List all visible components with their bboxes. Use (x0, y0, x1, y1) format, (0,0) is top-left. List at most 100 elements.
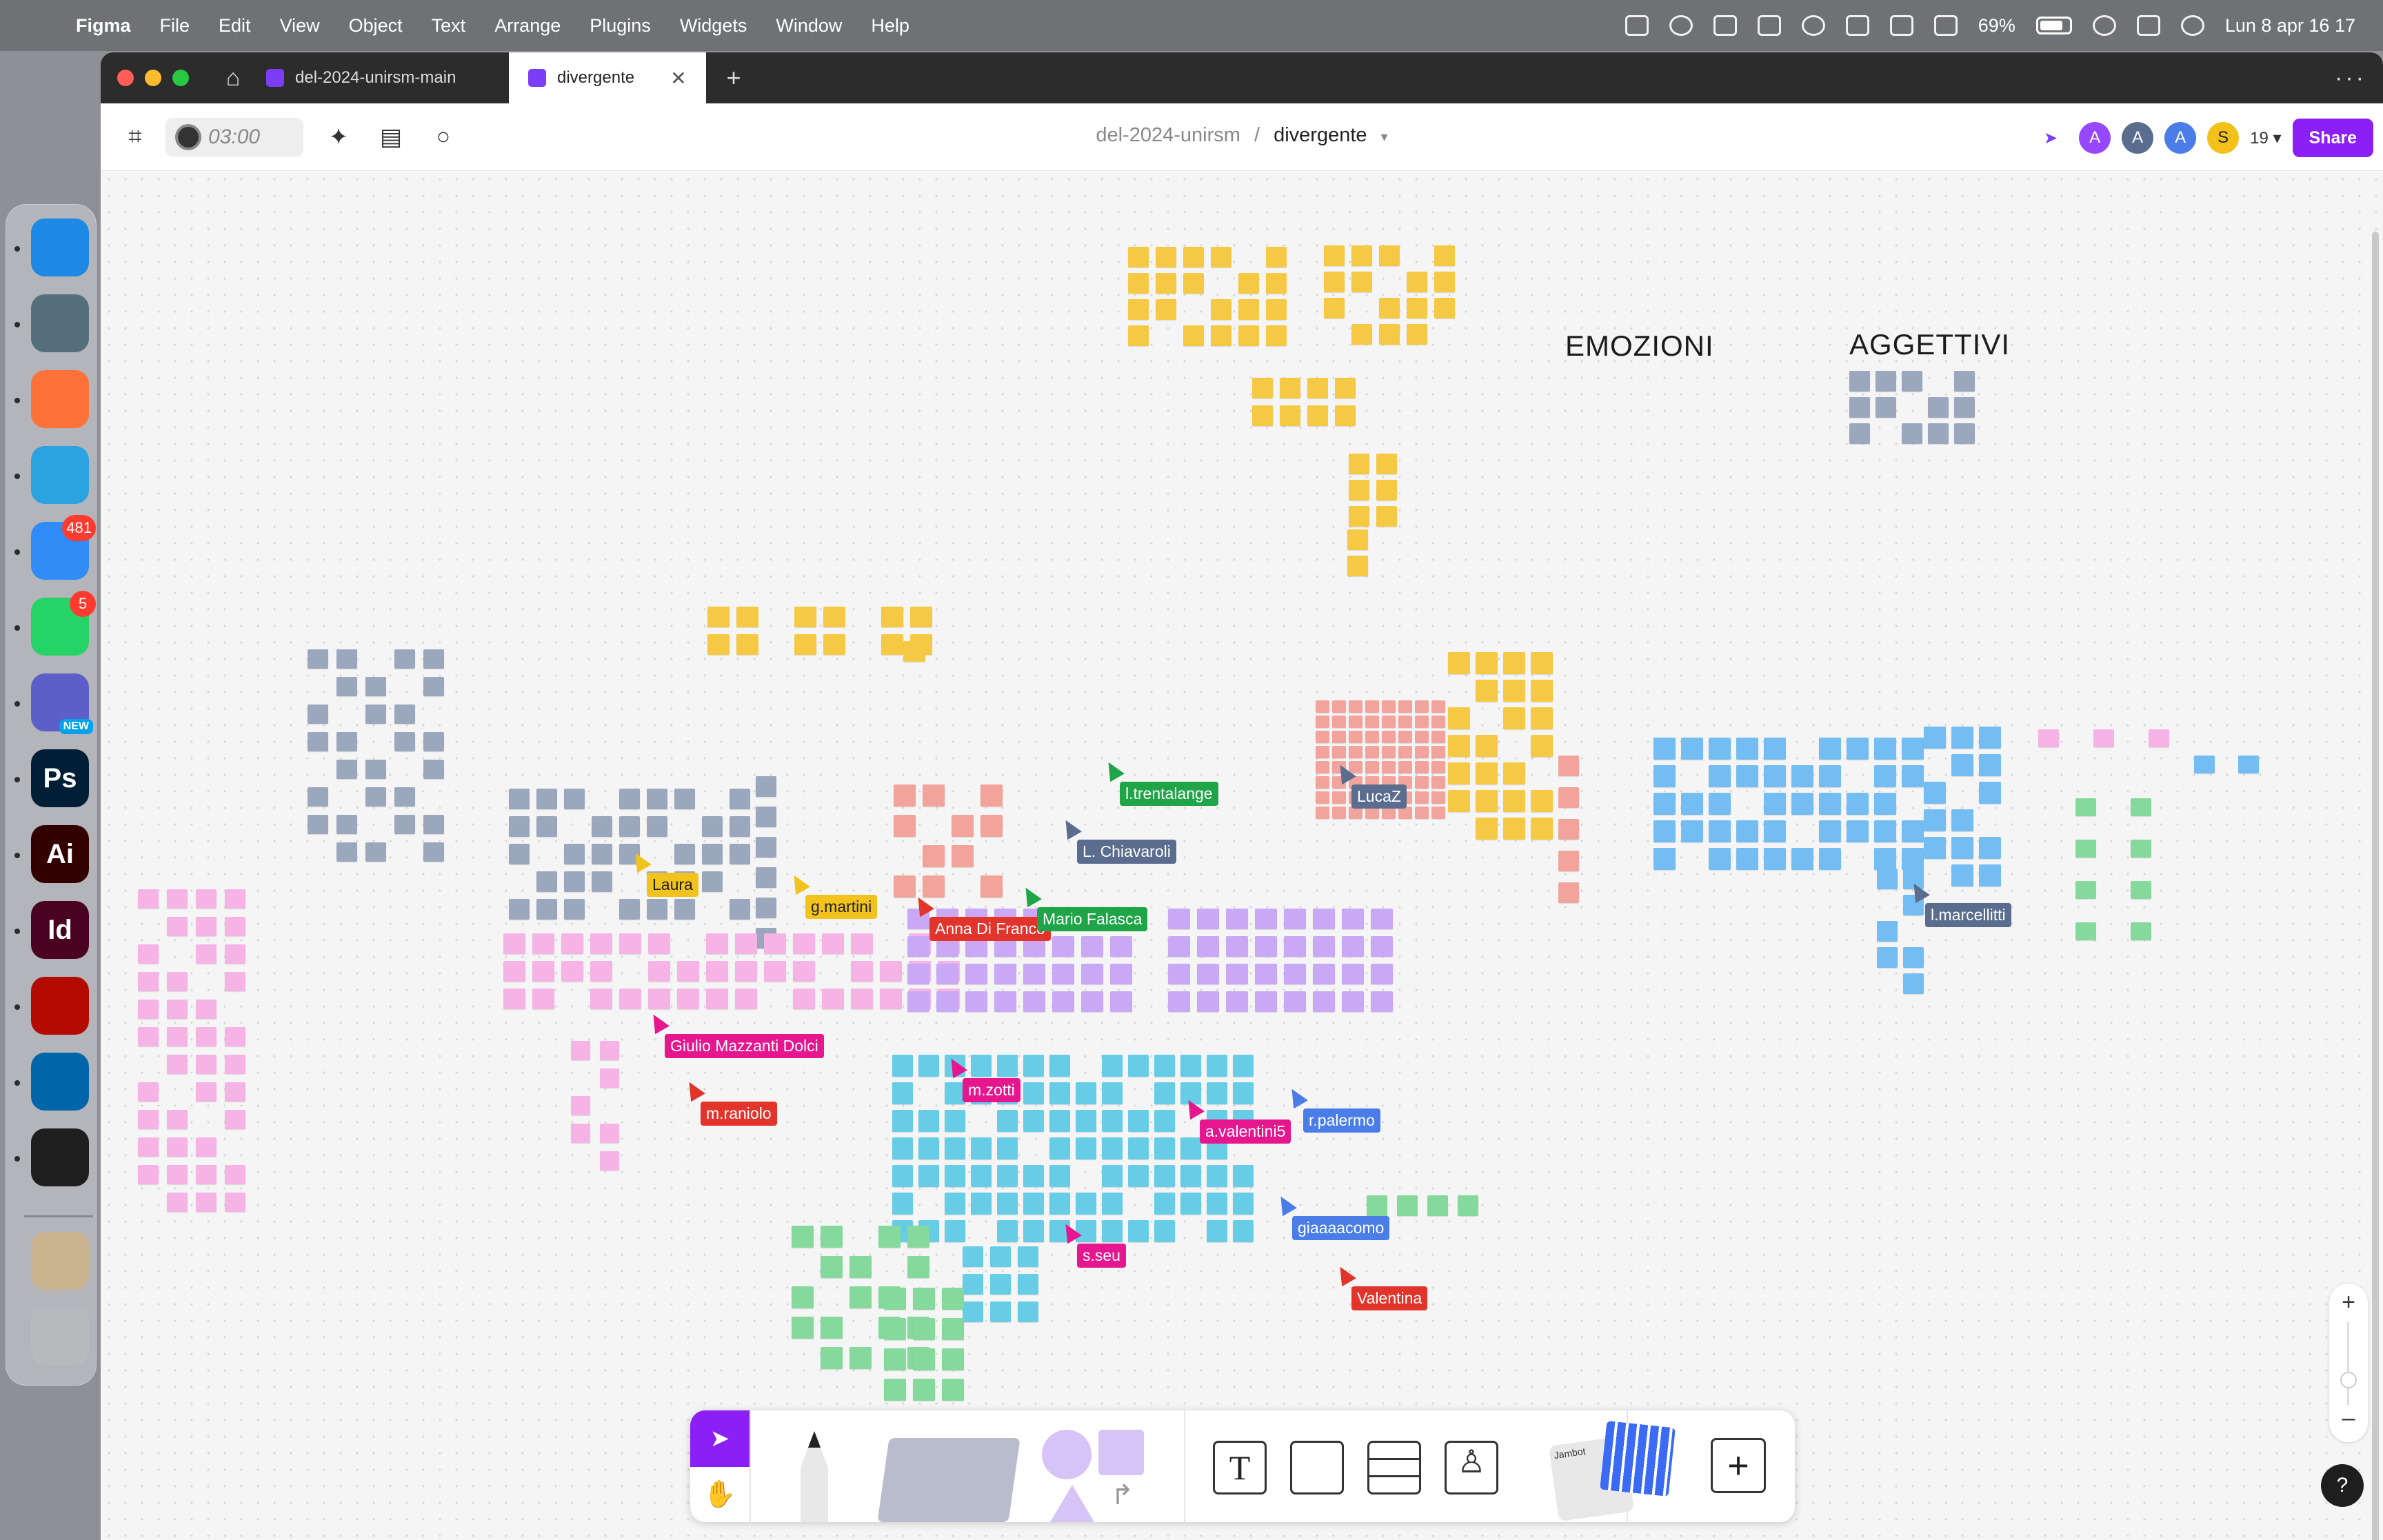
sticky-note[interactable] (971, 1193, 992, 1215)
sticky-note[interactable] (1398, 746, 1412, 758)
sticky-note[interactable] (365, 705, 386, 724)
dock-app-telegram[interactable] (31, 446, 89, 504)
avatar[interactable]: A (2164, 122, 2197, 154)
sticky-note[interactable] (619, 816, 640, 837)
telegram-status-icon[interactable] (1669, 15, 1693, 36)
sticky-note[interactable] (1819, 820, 1841, 842)
sticky-note[interactable] (878, 1226, 901, 1248)
sticky-note[interactable] (1349, 746, 1363, 758)
sticky-note[interactable] (1128, 1110, 1149, 1132)
sticky-note[interactable] (225, 944, 245, 964)
sticky-note[interactable] (1255, 909, 1277, 929)
menu-arrange[interactable]: Arrange (494, 15, 561, 37)
sticky-note[interactable] (849, 1347, 872, 1369)
sticky-note[interactable] (1382, 761, 1396, 773)
sticky-note[interactable] (1351, 272, 1372, 292)
bluetooth-icon[interactable] (1933, 15, 1958, 36)
sticky-note[interactable] (536, 871, 557, 892)
sticky-note[interactable] (1313, 964, 1335, 984)
sticky-note[interactable] (907, 936, 929, 957)
sticky-note[interactable] (1280, 405, 1300, 426)
sticky-note[interactable] (1431, 731, 1445, 743)
sticky-note[interactable] (1924, 727, 1946, 749)
connector-tool-icon[interactable]: ↱ (1111, 1479, 1134, 1511)
sticky-note[interactable] (1332, 791, 1346, 804)
sticky-note[interactable] (1211, 247, 1231, 267)
sticky-note[interactable] (849, 1256, 872, 1278)
more-options-icon[interactable]: ··· (2335, 65, 2366, 92)
sticky-note[interactable] (394, 732, 415, 751)
pen-tool-icon[interactable] (801, 1431, 828, 1522)
sticky-note[interactable] (225, 972, 245, 991)
sticky-note[interactable] (1877, 947, 1898, 968)
sticky-note[interactable] (336, 815, 357, 834)
sticky-note[interactable] (423, 677, 444, 696)
battery-icon[interactable] (2035, 17, 2072, 34)
sticky-note[interactable] (936, 991, 958, 1012)
sticky-note[interactable] (648, 961, 670, 982)
zoom-window-button[interactable] (172, 70, 189, 86)
sticky-note[interactable] (225, 1027, 245, 1046)
sticky-note[interactable] (167, 972, 188, 991)
sticky-note[interactable] (1332, 716, 1346, 728)
move-tool-icon[interactable]: ➤ (690, 1410, 750, 1467)
sticky-note[interactable] (1902, 371, 1922, 392)
sticky-note[interactable] (138, 1082, 159, 1102)
sticky-note[interactable] (1736, 820, 1758, 842)
sticky-note[interactable] (1207, 1082, 1227, 1104)
sticky-note[interactable] (1183, 247, 1204, 267)
sticky-note[interactable] (1415, 716, 1429, 728)
sticky-note[interactable] (702, 844, 723, 864)
sticky-note[interactable] (1476, 652, 1498, 674)
sticky-note[interactable] (1531, 680, 1553, 702)
sticky-note[interactable] (1280, 378, 1300, 398)
sticky-note[interactable] (1764, 738, 1786, 760)
sticky-note[interactable] (600, 1124, 619, 1143)
sticky-note[interactable] (365, 842, 386, 862)
sticky-note[interactable] (1382, 716, 1396, 728)
sticky-note[interactable] (821, 1347, 843, 1369)
sticky-note[interactable] (1903, 947, 1924, 968)
sticky-note[interactable] (1128, 1165, 1149, 1187)
sticky-note[interactable] (1349, 454, 1369, 474)
section-tool-icon[interactable] (1290, 1441, 1344, 1495)
sticky-note[interactable] (2238, 756, 2259, 773)
sticky-note[interactable] (308, 705, 328, 724)
sticky-note[interactable] (1653, 793, 1676, 815)
sticky-note[interactable] (1332, 807, 1346, 819)
sticky-note[interactable] (1476, 818, 1498, 840)
zoom-out-icon[interactable]: – (2329, 1405, 2368, 1432)
sticky-note[interactable] (1448, 735, 1470, 757)
sticky-note[interactable] (1255, 964, 1277, 984)
sticky-note[interactable] (1233, 1082, 1254, 1104)
sticky-note[interactable] (1018, 1301, 1038, 1322)
sticky-note[interactable] (1431, 716, 1445, 728)
sticky-note[interactable] (1503, 762, 1525, 784)
sticky-note[interactable] (1284, 991, 1306, 1012)
sticky-note[interactable] (1398, 731, 1412, 743)
sticky-note[interactable] (2131, 922, 2151, 940)
sticky-note[interactable] (1709, 848, 1731, 870)
sticky-note[interactable] (997, 1055, 1018, 1077)
sticky-note[interactable] (1476, 735, 1498, 757)
sticky-note[interactable] (1876, 397, 1896, 418)
sticky-note[interactable] (423, 842, 444, 862)
sticky-note[interactable] (792, 1226, 814, 1248)
sticky-note[interactable] (1877, 921, 1898, 942)
volume-icon[interactable] (1889, 15, 1913, 36)
sticky-note[interactable] (1847, 793, 1869, 815)
sticky-note[interactable] (892, 1055, 913, 1077)
sticky-note[interactable] (138, 1137, 159, 1157)
sticky-note[interactable] (1154, 1137, 1175, 1159)
sticky-note[interactable] (730, 899, 750, 920)
vertical-scrollbar[interactable] (2372, 232, 2379, 1540)
cursor-chat-icon[interactable]: ➤ (2033, 121, 2068, 155)
sticky-note[interactable] (1351, 324, 1372, 345)
sticky-note[interactable] (509, 816, 530, 837)
sticky-note[interactable] (1847, 820, 1869, 842)
sticky-note[interactable] (1307, 405, 1328, 426)
project-name[interactable]: del-2024-unirsm (1096, 124, 1240, 146)
sticky-note[interactable] (1168, 936, 1190, 957)
sticky-note[interactable] (138, 1000, 159, 1019)
sticky-note[interactable] (1924, 837, 1946, 859)
